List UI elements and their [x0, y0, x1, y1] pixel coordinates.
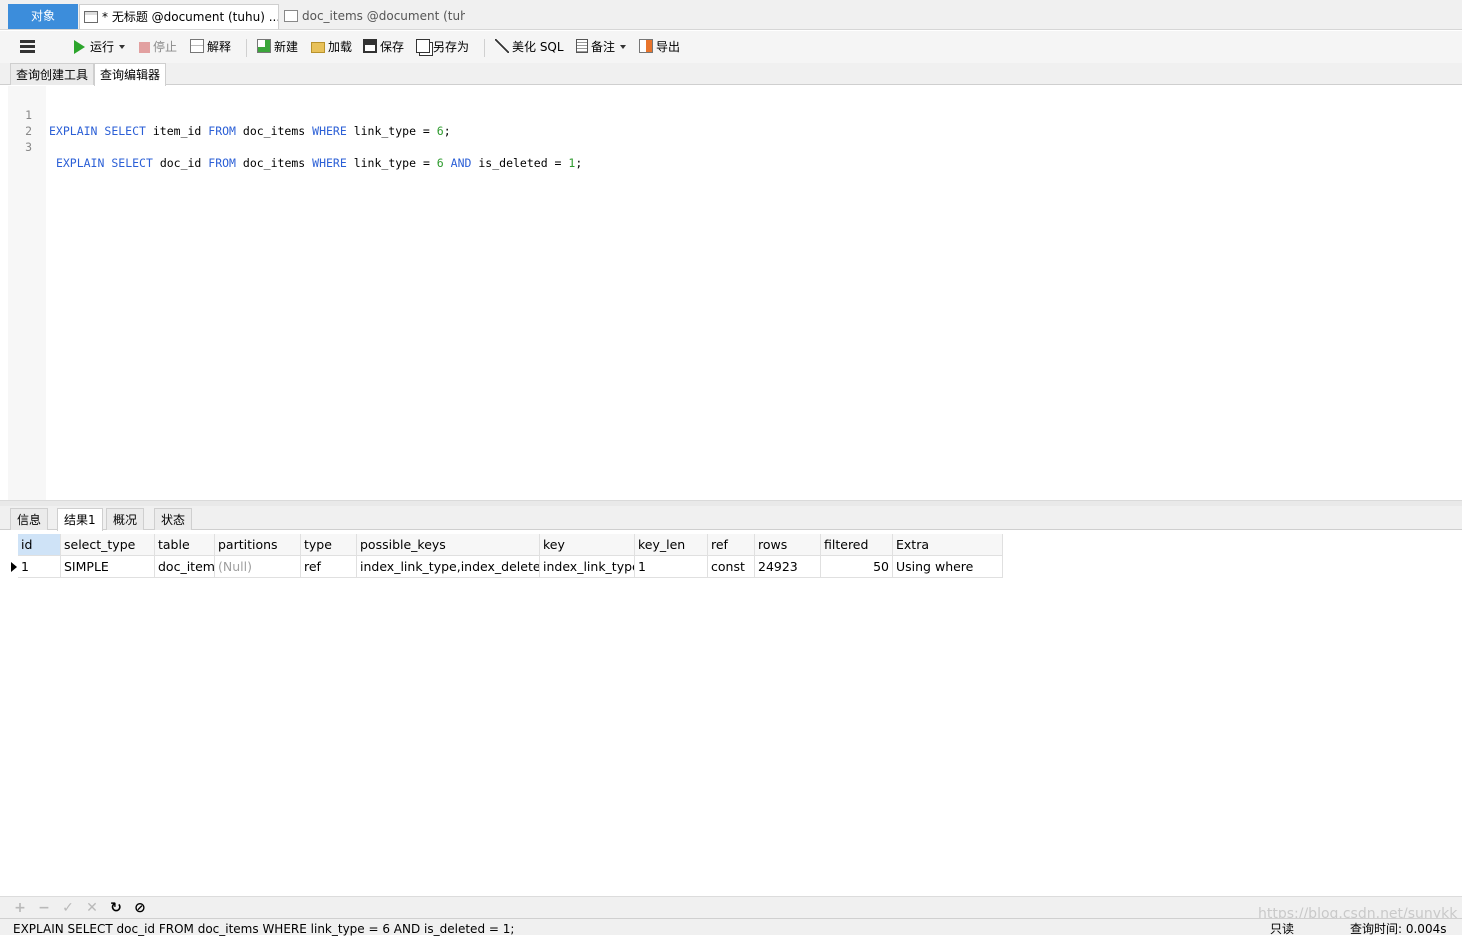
new-button[interactable]: 新建 [257, 37, 298, 57]
column-header-possible-keys[interactable]: possible_keys [357, 534, 540, 556]
cell-select-type[interactable]: SIMPLE [61, 556, 155, 578]
beautify-label: 美化 SQL [512, 40, 564, 54]
tab-untitled-query[interactable]: * 无标题 @document (tuhu) ... [79, 4, 279, 29]
cell-possible-keys[interactable]: index_link_type,index_deleted [357, 556, 540, 578]
delete-record-icon[interactable]: − [35, 899, 53, 917]
stop-button[interactable]: 停止 [139, 37, 177, 57]
status-read-only: 只读 [1270, 922, 1295, 936]
code-line-1[interactable]: 1 EXPLAIN SELECT item_id FROM doc_items … [8, 91, 451, 138]
status-current-sql: EXPLAIN SELECT doc_id FROM doc_items WHE… [13, 922, 515, 936]
result-tabs: 信息 结果1 概况 状态 [0, 506, 1462, 531]
cell-rows[interactable]: 24923 [755, 556, 821, 578]
stop-loading-icon[interactable]: ⊘ [131, 899, 149, 917]
save-button[interactable]: 保存 [363, 37, 404, 57]
cell-table[interactable]: doc_items [155, 556, 215, 578]
save-as-icon [416, 39, 430, 53]
new-query-icon [257, 39, 271, 53]
table-design-icon [284, 10, 298, 22]
toolbar-separator [484, 39, 485, 57]
save-as-button[interactable]: 另存为 [416, 37, 469, 57]
load-button[interactable]: 加载 [311, 37, 352, 57]
beautify-sql-button[interactable]: 美化 SQL [495, 37, 564, 57]
export-button[interactable]: 导出 [639, 37, 680, 57]
column-header-type[interactable]: type [301, 534, 357, 556]
run-label: 运行 [90, 40, 115, 54]
tab-doc-items-label: doc_items @document (tuh... [302, 9, 465, 23]
current-row-indicator-icon [11, 562, 17, 572]
query-tab-icon [84, 11, 98, 23]
notes-icon [576, 39, 588, 53]
apply-changes-icon[interactable]: ✓ [59, 899, 77, 917]
tab-profile[interactable]: 概况 [106, 508, 145, 530]
window-tab-bar: 对象 * 无标题 @document (tuhu) ... doc_items … [0, 0, 1462, 30]
save-icon [363, 39, 377, 53]
status-bar: EXPLAIN SELECT doc_id FROM doc_items WHE… [0, 918, 1462, 936]
query-toolbar: 运行 停止 解释 新建 加载 保存 另存为 美化 SQL 备注 导出 [0, 31, 1462, 63]
cell-extra[interactable]: Using where [893, 556, 1003, 578]
tab-objects[interactable]: 对象 [8, 4, 78, 29]
column-header-rows[interactable]: rows [755, 534, 821, 556]
notes-label: 备注 [591, 40, 616, 54]
explain-button[interactable]: 解释 [190, 37, 231, 57]
cell-ref[interactable]: const [708, 556, 755, 578]
export-icon [639, 39, 653, 53]
code-line-3[interactable]: 3 EXPLAIN SELECT doc_id FROM doc_items W… [8, 123, 582, 170]
sql-statement-1[interactable]: EXPLAIN SELECT item_id FROM doc_items WH… [49, 123, 451, 139]
cell-key[interactable]: index_link_type [540, 556, 635, 578]
new-label: 新建 [274, 40, 299, 54]
cell-partitions[interactable]: (Null) [215, 556, 301, 578]
tab-info[interactable]: 信息 [10, 508, 49, 530]
save-as-label: 另存为 [433, 40, 470, 54]
add-record-icon[interactable]: + [11, 899, 29, 917]
stop-label: 停止 [153, 40, 178, 54]
column-header-key-len[interactable]: key_len [635, 534, 708, 556]
explain-label: 解释 [207, 40, 232, 54]
column-header-table[interactable]: table [155, 534, 215, 556]
cell-type[interactable]: ref [301, 556, 357, 578]
status-query-time: 查询时间: 0.004s [1350, 922, 1447, 936]
tab-query-builder[interactable]: 查询创建工具 [10, 63, 95, 85]
notes-button[interactable]: 备注 [576, 37, 627, 57]
column-header-extra[interactable]: Extra [893, 534, 1003, 556]
chevron-down-icon[interactable] [119, 45, 126, 49]
sql-editor[interactable]: 1 EXPLAIN SELECT item_id FROM doc_items … [8, 86, 1462, 500]
record-toolbar: + − ✓ ✕ ↻ ⊘ [0, 896, 1462, 918]
explain-icon [190, 39, 204, 53]
hamburger-menu-icon[interactable] [20, 40, 35, 53]
tab-untitled-query-label: * 无标题 @document (tuhu) ... [102, 10, 279, 24]
folder-icon [311, 42, 325, 53]
tab-doc-items[interactable]: doc_items @document (tuh... [280, 4, 465, 29]
cell-id[interactable]: 1 [18, 556, 61, 578]
chevron-down-icon[interactable] [620, 45, 627, 49]
code-line-2[interactable]: 2 [8, 107, 36, 138]
column-header-ref[interactable]: ref [708, 534, 755, 556]
load-label: 加载 [328, 40, 353, 54]
refresh-icon[interactable]: ↻ [107, 899, 125, 917]
save-label: 保存 [380, 40, 405, 54]
play-icon [74, 40, 85, 54]
cell-filtered[interactable]: 50 [821, 556, 893, 578]
column-header-key[interactable]: key [540, 534, 635, 556]
run-button[interactable]: 运行 [74, 37, 126, 57]
discard-changes-icon[interactable]: ✕ [83, 899, 101, 917]
stop-icon [139, 42, 150, 53]
magic-wand-icon [495, 39, 509, 53]
export-label: 导出 [656, 40, 681, 54]
column-header-select-type[interactable]: select_type [61, 534, 155, 556]
column-header-filtered[interactable]: filtered [821, 534, 893, 556]
toolbar-separator [246, 39, 247, 57]
column-header-partitions[interactable]: partitions [215, 534, 301, 556]
tab-result-1[interactable]: 结果1 [57, 508, 103, 531]
sql-statement-2[interactable]: EXPLAIN SELECT doc_id FROM doc_items WHE… [49, 155, 582, 171]
tab-status[interactable]: 状态 [154, 508, 193, 530]
tab-query-editor[interactable]: 查询编辑器 [94, 63, 167, 86]
line-number: 3 [25, 140, 32, 154]
column-header-id[interactable]: id [18, 534, 61, 556]
cell-key-len[interactable]: 1 [635, 556, 708, 578]
query-mode-tabs: 查询创建工具 查询编辑器 [0, 63, 1462, 86]
